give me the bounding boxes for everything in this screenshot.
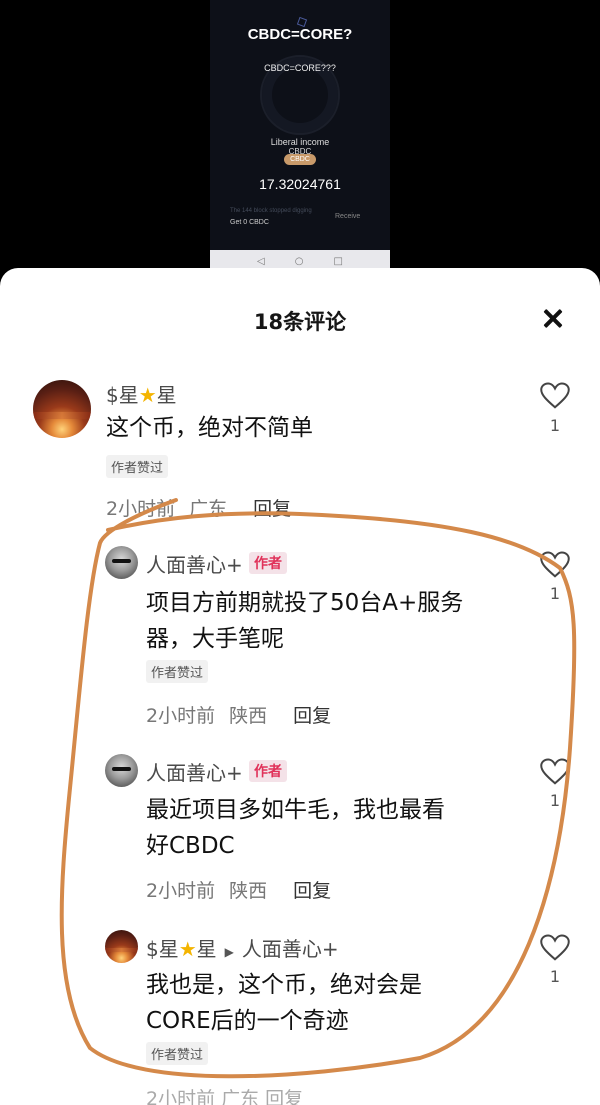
avatar[interactable] [33, 380, 91, 438]
comment-username[interactable]: $星★星 ▶ 人面善心+ [146, 933, 339, 962]
close-icon[interactable] [537, 304, 569, 336]
heart-icon[interactable] [540, 382, 570, 410]
reply-to-username: 人面善心+ [241, 937, 339, 961]
author-liked-badge: 作者赞过 [146, 660, 209, 683]
comment-text-line-2: 好CBDC [146, 833, 235, 859]
preview-receive-button[interactable]: Receive [335, 213, 360, 220]
comment-sheet: 18条评论 $星★星 这个币，绝对不简单 作者赞过 2小时前 广东 回复 1 人面善… [0, 268, 600, 1105]
like-count: 1 [549, 584, 561, 603]
username-suffix: 星 [196, 937, 217, 961]
home-icon[interactable]: ○ [295, 256, 304, 267]
preview-amount: 17.32024761 [259, 176, 341, 192]
comment-item: $星★星 这个币，绝对不简单 作者赞过 2小时前 广东 回复 1 [0, 368, 600, 528]
comment-location: 陕西 [229, 880, 268, 902]
sheet-header: 18条评论 [0, 268, 600, 368]
preview-faint-text: The 144 block stopped digging [230, 208, 312, 214]
star-icon: ★ [178, 937, 197, 961]
comment-meta: 2小时前 陕西 回复 [146, 876, 331, 903]
reply-comment-item: $星★星 ▶ 人面善心+ 我也是，这个币，绝对会是 CORE后的一个奇迹 作者赞过 … [0, 924, 600, 1105]
author-tag: 作者 [249, 552, 287, 574]
comment-time: 2小时前 [146, 705, 216, 727]
comment-location: 广东 [189, 498, 228, 520]
comment-username[interactable]: 人面善心+ [146, 549, 243, 578]
comment-text: 这个币，绝对不简单 [106, 415, 313, 441]
author-tag: 作者 [249, 760, 287, 782]
reply-comment-item: 人面善心+ 作者 项目方前期就投了50台A+服务 器，大手笔呢 作者赞过 2小时… [0, 538, 600, 738]
video-preview[interactable]: CBDC=CORE? CBDC=CORE??? Liberal income C… [210, 0, 390, 272]
author-liked-badge: 作者赞过 [106, 455, 169, 478]
preview-subtitle: CBDC=CORE??? [264, 63, 336, 73]
comment-text-line-2: CORE后的一个奇迹 [146, 1008, 349, 1034]
comment-text-line-1: 我也是，这个币，绝对会是 [146, 972, 422, 998]
reply-button[interactable]: 回复 [293, 705, 331, 727]
preview-get-text: Get 0 CBDC [230, 219, 269, 226]
like-count: 1 [549, 967, 561, 986]
reply-comment-item: 人面善心+ 作者 最近项目多如牛毛，我也最看 好CBDC 2小时前 陕西 回复 1 [0, 746, 600, 906]
star-icon: ★ [138, 383, 157, 407]
comment-text-line-2: 器，大手笔呢 [146, 626, 284, 652]
avatar[interactable] [105, 546, 138, 579]
like-count: 1 [549, 791, 561, 810]
reply-arrow-icon: ▶ [224, 945, 234, 959]
heart-icon[interactable] [540, 551, 570, 579]
username-prefix: $星 [146, 937, 179, 961]
avatar[interactable] [105, 930, 138, 963]
recent-apps-icon[interactable]: □ [333, 256, 342, 267]
preview-income-label: Liberal income [270, 137, 330, 147]
comment-meta-cutoff: 2小时前 广东 回复 [146, 1088, 304, 1105]
author-liked-badge: 作者赞过 [146, 1042, 209, 1065]
avatar[interactable] [105, 754, 138, 787]
comment-count-title: 18条评论 [253, 310, 347, 334]
preview-title: CBDC=CORE? [247, 26, 353, 43]
comment-username[interactable]: 人面善心+ [146, 757, 243, 786]
preview-currency-pill: CBDC [284, 154, 316, 165]
reply-button[interactable]: 回复 [293, 880, 331, 902]
heart-icon[interactable] [540, 934, 570, 962]
username-suffix: 星 [156, 383, 177, 407]
comment-time: 2小时前 [106, 498, 176, 520]
comment-username[interactable]: $星★星 [106, 379, 177, 408]
comment-location: 陕西 [229, 705, 268, 727]
comment-text-line-1: 项目方前期就投了50台A+服务 [146, 590, 464, 616]
back-icon[interactable]: ◁ [257, 256, 265, 267]
comment-meta: 2小时前 广东 回复 [106, 494, 291, 521]
reply-button[interactable]: 回复 [253, 498, 291, 520]
comment-time: 2小时前 [146, 880, 216, 902]
heart-icon[interactable] [540, 758, 570, 786]
comment-meta: 2小时前 陕西 回复 [146, 701, 331, 728]
like-count: 1 [549, 416, 561, 435]
username-prefix: $星 [106, 383, 139, 407]
comment-text-line-1: 最近项目多如牛毛，我也最看 [146, 797, 445, 823]
